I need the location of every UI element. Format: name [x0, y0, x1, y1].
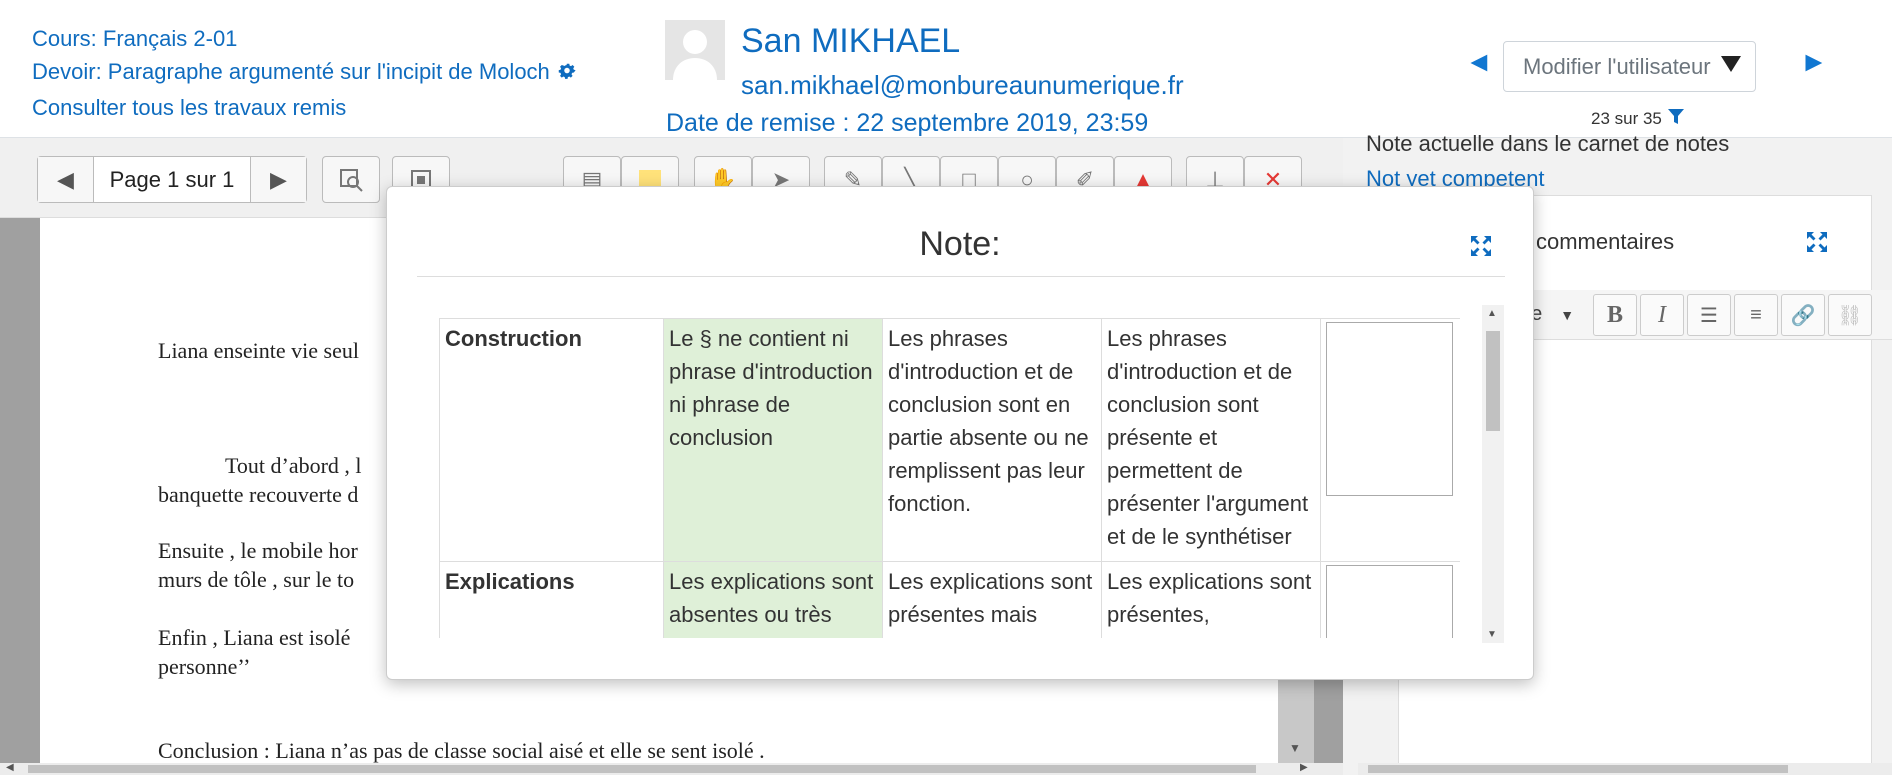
rubric-level[interactable]: Les explications sont présentes, dévelop…: [1101, 561, 1321, 638]
rubric-level[interactable]: Les phrases d'introduction et de conclus…: [1101, 318, 1321, 562]
assignment-link[interactable]: Devoir: Paragraphe argumenté sur l'incip…: [32, 59, 550, 84]
remark-textarea[interactable]: [1326, 322, 1453, 496]
rubric-level-selected[interactable]: Le § ne contient ni phrase d'introductio…: [663, 318, 883, 562]
due-date: Date de remise : 22 septembre 2019, 23:5…: [666, 109, 1149, 137]
filter-icon[interactable]: [1667, 108, 1685, 131]
rubric-level-selected[interactable]: Les explications sont absentes ou très i…: [663, 561, 883, 638]
doc-line: Ensuite , le mobile hor: [158, 538, 358, 563]
rubric-container: Construction Le § ne contient ni phrase …: [439, 318, 1460, 638]
current-grade-label: Note actuelle dans le carnet de notes: [1366, 131, 1730, 156]
user-email[interactable]: san.mikhael@monbureaunumerique.fr: [741, 70, 1184, 101]
rubric-criterion-row: Construction Le § ne contient ni phrase …: [439, 318, 1460, 562]
page-navigator: ◀ Page 1 sur 1 ▶: [37, 156, 307, 203]
scroll-down-icon[interactable]: ▼: [1289, 741, 1301, 755]
change-user-select-label: Modifier l'utilisateur: [1523, 54, 1711, 79]
grade-rubric-dialog: Note: Construction Le § ne contient ni p…: [386, 186, 1534, 680]
rubric-level[interactable]: Les phrases d'introduction et de conclus…: [882, 318, 1102, 562]
course-link[interactable]: Cours: Français 2-01: [32, 26, 237, 51]
criterion-name: Construction: [439, 318, 664, 562]
collapse-icon[interactable]: [1469, 234, 1493, 263]
search-comments-button[interactable]: [322, 156, 380, 203]
next-user-arrow-icon[interactable]: ►: [1800, 46, 1828, 78]
previous-page-button[interactable]: ◀: [38, 157, 94, 202]
doc-line: Conclusion : Liana n’as pas de classe so…: [158, 738, 765, 763]
bullet-list-button[interactable]: ☰: [1687, 294, 1731, 336]
criterion-name: Explications: [439, 561, 664, 638]
next-page-button[interactable]: ▶: [250, 157, 306, 202]
rubric-criterion-row: Explications Les explications sont absen…: [439, 561, 1460, 638]
chevron-down-icon: [1721, 56, 1741, 72]
doc-line: Tout d’abord , l: [225, 453, 362, 478]
course-navigation: Cours: Français 2-01 Devoir: Paragraphe …: [32, 22, 578, 124]
dialog-title: Note:: [919, 225, 1001, 263]
rubric-level[interactable]: Les explications sont présentes mais ins…: [882, 561, 1102, 638]
user-position-count: 23 sur 35: [1591, 108, 1685, 131]
search-comments-icon: [340, 168, 363, 192]
user-name[interactable]: San MIKHAEL: [741, 22, 960, 61]
rubric-vertical-scrollbar[interactable]: ▲ ▼: [1482, 305, 1504, 643]
scrollbar-thumb[interactable]: [1368, 765, 1788, 773]
doc-line: banquette recouverte d: [158, 482, 359, 507]
scroll-down-icon[interactable]: ▼: [1487, 629, 1497, 640]
grader-header: Cours: Français 2-01 Devoir: Paragraphe …: [0, 0, 1892, 138]
unlink-button[interactable]: ⛓: [1828, 294, 1872, 336]
chevron-down-icon: ▼: [1560, 307, 1575, 323]
page-label: Page 1 sur 1: [109, 166, 235, 192]
italic-button[interactable]: I: [1640, 294, 1684, 336]
panel-horizontal-scrollbar[interactable]: [1358, 763, 1892, 775]
scroll-left-icon[interactable]: ◀: [6, 762, 14, 773]
doc-line: personne’’: [158, 654, 251, 679]
remark-textarea[interactable]: [1326, 565, 1453, 638]
user-position-count-text: 23 sur 35: [1591, 109, 1662, 128]
dialog-divider: [417, 276, 1505, 277]
scroll-up-icon[interactable]: ▲: [1487, 308, 1497, 319]
doc-line: Liana enseinte vie seul: [158, 338, 359, 363]
document-horizontal-scrollbar[interactable]: ◀ ▶: [0, 762, 1343, 775]
avatar: [665, 20, 725, 80]
doc-line: Enfin , Liana est isolé: [158, 625, 351, 650]
remark-cell: [1320, 561, 1460, 638]
remark-cell: [1320, 318, 1460, 562]
bold-button[interactable]: B: [1593, 294, 1637, 336]
rubric-table: Construction Le § ne contient ni phrase …: [439, 318, 1460, 638]
numbered-list-button[interactable]: ≡: [1734, 294, 1778, 336]
doc-line: murs de tôle , sur le to: [158, 567, 355, 592]
expand-icon[interactable]: [1805, 230, 1829, 259]
view-all-submissions-link[interactable]: Consulter tous les travaux remis: [32, 95, 346, 120]
link-button[interactable]: 🔗: [1781, 294, 1825, 336]
previous-user-arrow-icon[interactable]: ◄: [1465, 46, 1493, 78]
feedback-comments-label: commentaires: [1536, 229, 1675, 254]
scroll-right-icon[interactable]: ▶: [1300, 762, 1308, 773]
gear-icon[interactable]: [556, 58, 578, 91]
scrollbar-thumb[interactable]: [28, 765, 1256, 773]
scrollbar-thumb[interactable]: [1486, 331, 1500, 431]
change-user-select[interactable]: Modifier l'utilisateur: [1503, 41, 1756, 92]
